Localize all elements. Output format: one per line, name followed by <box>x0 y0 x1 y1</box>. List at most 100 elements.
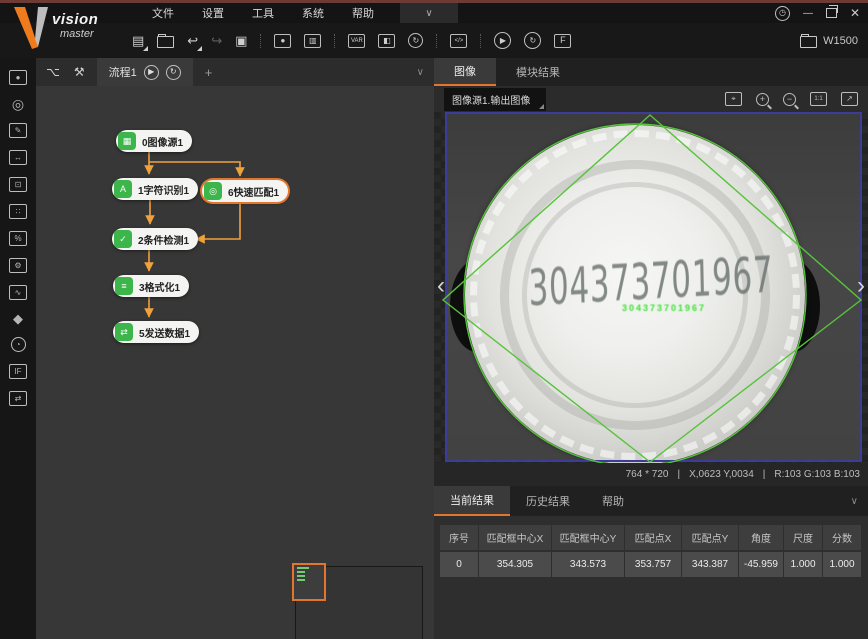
restore-button[interactable] <box>826 8 837 18</box>
position-correction-icon[interactable]: ⊡ <box>9 177 27 192</box>
zoom-in-icon[interactable]: + <box>756 93 769 106</box>
image-settings-icon[interactable]: ⚙ <box>9 258 27 273</box>
col-match-box-center-y: 匹配框中心Y <box>552 525 624 550</box>
node-label: 2条件检测1 <box>134 232 198 247</box>
redo-icon[interactable]: ↪ <box>211 34 222 47</box>
histogram-icon[interactable]: ∿ <box>9 285 27 300</box>
col-index: 序号 <box>440 525 478 550</box>
minimap-viewport[interactable] <box>292 563 326 601</box>
col-match-point-x: 匹配点X <box>625 525 681 550</box>
add-flow-button[interactable]: + <box>205 65 213 80</box>
flow-canvas[interactable]: ▦ 0图像源1 A 1字符识别1 ◎ 6快速匹配1 ✓ 2条件检测1 ≡ 3格式… <box>36 86 434 639</box>
logo-text-line2: master <box>60 28 94 40</box>
zoom-out-icon[interactable]: − <box>783 93 796 106</box>
table-header-row: 序号 匹配框中心X 匹配框中心Y 匹配点X 匹配点Y 角度 尺度 分数 <box>440 525 862 550</box>
calculation-icon[interactable]: % <box>9 231 27 246</box>
toolbar-separator <box>480 34 481 48</box>
timer-icon[interactable]: ◔ <box>11 337 26 352</box>
chevron-down-icon: ∨ <box>425 8 432 19</box>
table-row[interactable]: 0 354.305 343.573 353.757 343.387 -45.95… <box>440 550 862 577</box>
toolbar-separator <box>260 34 261 48</box>
menubar: 文件 设置 工具 系统 帮助 <box>152 3 374 23</box>
image-viewer[interactable]: 304373701967 304373701967 ‹ › <box>434 112 868 463</box>
pan-icon[interactable]: ⌖ <box>725 92 742 106</box>
acquisition-camera-icon[interactable]: ● <box>9 70 27 85</box>
save-as-icon[interactable]: ▣ <box>235 34 247 47</box>
workspace-name: W1500 <box>823 35 858 47</box>
tab-current-result[interactable]: 当前结果 <box>434 486 510 516</box>
flow-minimap[interactable]: ↘ <box>295 566 423 639</box>
cell-match-point-x: 353.757 <box>625 552 681 577</box>
image-source-node-icon: ▦ <box>118 132 136 150</box>
color-fill-icon[interactable]: ◆ <box>13 312 23 325</box>
wrench-icon[interactable]: ⚒ <box>74 65 85 79</box>
image-size: 764 * 720 <box>626 469 669 480</box>
workspace-folder-icon <box>800 36 817 48</box>
flow-node-fast-match[interactable]: ◎ 6快速匹配1 <box>202 180 288 202</box>
tab-module-result[interactable]: 模块结果 <box>496 58 580 86</box>
one-to-one-icon[interactable]: 1:1 <box>810 92 827 106</box>
flow-node-image-source[interactable]: ▦ 0图像源1 <box>116 130 192 152</box>
menu-system[interactable]: 系统 <box>302 5 324 21</box>
flow-node-ocr[interactable]: A 1字符识别1 <box>112 178 198 200</box>
flow-tab[interactable]: 流程1 ▶ ↻ <box>97 58 193 86</box>
cell-score: 1.000 <box>823 552 861 577</box>
location-target-icon[interactable]: ◎ <box>12 97 24 111</box>
global-refresh-icon[interactable]: ↻ <box>408 33 423 48</box>
next-image-arrow[interactable]: › <box>857 274 865 298</box>
menu-settings[interactable]: 设置 <box>202 5 224 21</box>
workspace-selector[interactable]: W1500 <box>800 23 858 58</box>
ocr-node-icon: A <box>114 180 132 198</box>
flow-header: ⌥ ⚒ 流程1 ▶ ↻ + ∨ <box>36 58 434 86</box>
minimize-button[interactable]: — <box>803 8 813 19</box>
image-toolbar: 图像源1.输出图像 ⌖ + − 1:1 ↗ <box>434 86 868 112</box>
flow-node-condition-check[interactable]: ✓ 2条件检测1 <box>112 228 198 250</box>
global-variable-icon[interactable]: VAR <box>348 34 365 48</box>
flow-node-send-data[interactable]: ⇄ 5发送数据1 <box>113 321 199 343</box>
flow-run-once-icon[interactable]: ▶ <box>144 65 159 80</box>
image-edit-icon[interactable]: ✎ <box>9 123 27 138</box>
node-label: 1字符识别1 <box>134 182 198 197</box>
tab-help[interactable]: 帮助 <box>586 486 640 516</box>
calibration-points-icon[interactable]: ∷ <box>9 204 27 219</box>
prev-image-arrow[interactable]: ‹ <box>437 274 445 298</box>
image-source-selector[interactable]: 图像源1.输出图像 <box>444 88 546 111</box>
flow-list-icon[interactable]: ⌥ <box>46 65 60 79</box>
module-tool-strip: ● ◎ ✎ ↔ ⊡ ∷ % ⚙ ∿ ◆ ◔ IF ⇄ <box>0 58 36 639</box>
flow-run-loop-icon[interactable]: ↻ <box>166 65 181 80</box>
toolbar-separator <box>436 34 437 48</box>
menu-file[interactable]: 文件 <box>152 5 174 21</box>
module-list-icon[interactable]: ▥ <box>304 34 321 48</box>
format-f-icon[interactable]: F <box>554 34 571 48</box>
menu-tools[interactable]: 工具 <box>252 5 274 21</box>
menu-help[interactable]: 帮助 <box>352 5 374 21</box>
pixel-rgb-value: R:103 G:103 B:103 <box>774 469 860 480</box>
flow-node-format[interactable]: ≡ 3格式化1 <box>113 275 189 297</box>
run-continuous-icon[interactable]: ↻ <box>524 32 541 49</box>
condition-node-icon: ✓ <box>114 230 132 248</box>
flow-tab-label: 流程1 <box>109 64 137 80</box>
close-button[interactable]: ✕ <box>850 6 860 20</box>
performance-icon[interactable]: ◷ <box>775 6 790 21</box>
tab-image[interactable]: 图像 <box>434 58 496 86</box>
titlebar-collapse-button[interactable]: ∨ <box>400 3 458 23</box>
result-panel: 图像 模块结果 图像源1.输出图像 ⌖ + − 1:1 ↗ 3043737019… <box>434 58 868 639</box>
result-table: 序号 匹配框中心X 匹配框中心Y 匹配点X 匹配点Y 角度 尺度 分数 0 35… <box>434 516 868 639</box>
col-scale: 尺度 <box>784 525 822 550</box>
flow-header-chevron-icon[interactable]: ∨ <box>417 67 424 78</box>
camera-icon[interactable]: ● <box>274 34 291 48</box>
logo-v-icon <box>8 5 52 51</box>
cell-index: 0 <box>440 552 478 577</box>
fit-screen-icon[interactable]: ↗ <box>841 92 858 106</box>
window-controls: ◷ — ✕ <box>775 3 860 23</box>
result-panel-chevron-icon[interactable]: ∨ <box>851 496 858 507</box>
run-once-icon[interactable]: ▶ <box>494 32 511 49</box>
undo-icon[interactable]: ↩ <box>187 34 198 47</box>
measure-icon[interactable]: ↔ <box>9 150 27 165</box>
tab-history-result[interactable]: 历史结果 <box>510 486 586 516</box>
data-exchange-icon[interactable]: ⇄ <box>9 391 27 406</box>
logic-if-icon[interactable]: IF <box>9 364 27 379</box>
script-code-icon[interactable]: </> <box>450 34 467 48</box>
open-folder-icon[interactable] <box>157 36 174 48</box>
contrast-icon[interactable]: ◧ <box>378 34 395 48</box>
